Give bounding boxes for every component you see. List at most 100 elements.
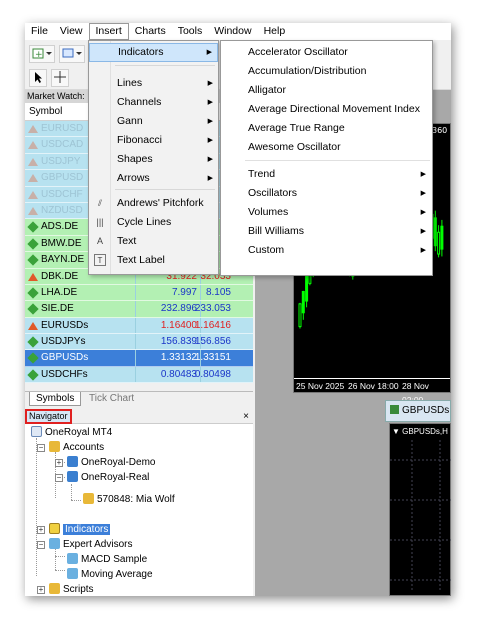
tree-scripts[interactable]: + Scripts	[37, 583, 94, 596]
ask-value: 1.16416	[194, 319, 231, 331]
menu-item-average-directional-movement-index[interactable]: Average Directional Movement Index	[221, 100, 432, 119]
chart-icon	[390, 405, 399, 414]
submenu-arrow-icon: ▶	[207, 80, 213, 87]
profiles-icon[interactable]	[59, 45, 85, 63]
menu-item-custom[interactable]: Custom ▶	[221, 241, 432, 260]
symbol-name: ADS.DE	[41, 221, 79, 233]
market-watch-row[interactable]: EURUSDs 1.16400 1.16416	[25, 317, 253, 335]
menu-item-average-true-range[interactable]: Average True Range	[221, 119, 432, 138]
symbol-icon	[27, 221, 39, 234]
mt4-window: File View Insert Charts Tools Window Hel…	[25, 23, 451, 596]
tree-root-label: OneRoyal MT4	[45, 427, 113, 438]
pitchfork-icon: ⫽	[97, 198, 102, 208]
tree-accounts[interactable]: − Accounts	[37, 441, 104, 455]
symbol-name: GBPUSD	[41, 172, 84, 184]
tree-ea-macd[interactable]: MACD Sample	[67, 553, 147, 567]
menu-item-cycle-lines[interactable]: ||| Cycle Lines	[89, 213, 218, 232]
menu-item-accumulation-distribution[interactable]: Accumulation/Distribution	[221, 62, 432, 81]
scripts-icon	[49, 583, 60, 594]
tree-real[interactable]: − OneRoyal-Real	[55, 471, 150, 485]
submenu-arrow-icon: ▶	[207, 118, 213, 125]
menu-item-gann[interactable]: Gann ▶	[89, 112, 218, 131]
menu-item-channels[interactable]: Channels ▶	[89, 93, 218, 112]
chart-window-title[interactable]: GBPUSDs	[385, 400, 451, 422]
crosshair-icon[interactable]	[51, 69, 69, 87]
price-down-icon	[28, 125, 38, 133]
menu-item-bill-williams[interactable]: Bill Williams ▶	[221, 222, 432, 241]
price-down-icon	[28, 272, 38, 281]
submenu-arrow-icon: ▶	[207, 99, 213, 106]
expand-icon[interactable]: +	[55, 459, 63, 467]
tree-indicators[interactable]: + Indicators	[37, 523, 111, 537]
expert-icon	[67, 553, 78, 564]
menu-charts[interactable]: Charts	[129, 23, 172, 40]
expand-icon[interactable]: +	[37, 526, 45, 534]
market-watch-row[interactable]: GBPUSDs 1.33132 1.33151	[25, 350, 253, 367]
menu-item-trend[interactable]: Trend ▶	[221, 165, 432, 184]
collapse-icon[interactable]: −	[37, 541, 45, 549]
tree-account-item[interactable]: 570848: Mia Wolf	[83, 493, 175, 507]
tree-ea-moving-average-label: Moving Average	[81, 569, 153, 580]
ask-value: 156.856	[194, 336, 231, 348]
market-watch-row[interactable]: SIE.DE 232.896 233.053	[25, 301, 253, 318]
tree-expert-advisors[interactable]: − Expert Advisors	[37, 538, 132, 552]
new-chart-icon[interactable]: +	[29, 45, 55, 63]
menu-view[interactable]: View	[54, 23, 89, 40]
menu-item-arrows[interactable]: Arrows ▶	[89, 169, 218, 188]
tab-tick-chart[interactable]: Tick Chart	[83, 392, 140, 406]
chart-window-secondary[interactable]: ▼ GBPUSDs,H	[389, 423, 451, 596]
tree-root[interactable]: OneRoyal MT4	[31, 426, 112, 440]
menu-item-label: Shapes	[117, 153, 153, 165]
market-watch-tabs: Symbols Tick Chart	[25, 391, 253, 406]
price-down-icon	[28, 174, 38, 183]
time-label: 26 Nov 18:00	[348, 381, 399, 391]
close-icon[interactable]: ×	[243, 410, 249, 424]
tree-real-label: OneRoyal-Real	[81, 472, 150, 483]
menu-file[interactable]: File	[25, 23, 54, 40]
tree-account-item-label: 570848: Mia Wolf	[97, 494, 175, 505]
collapse-icon[interactable]: −	[37, 444, 45, 452]
cursor-icon[interactable]	[29, 69, 47, 87]
ask-value: 233.053	[194, 303, 231, 315]
ask-value: 8.105	[205, 286, 231, 298]
menu-item-alligator[interactable]: Alligator	[221, 81, 432, 100]
expand-icon[interactable]: +	[37, 586, 45, 594]
tab-symbols[interactable]: Symbols	[29, 392, 82, 406]
symbol-icon	[27, 287, 39, 299]
menu-item-text-label[interactable]: T Text Label	[89, 251, 218, 270]
market-watch-row[interactable]: LHA.DE 7.997 8.105	[25, 284, 253, 302]
submenu-arrow-icon: ▶	[420, 171, 426, 178]
menu-item-text[interactable]: A Text	[89, 232, 218, 251]
symbol-name: LHA.DE	[41, 286, 78, 298]
menu-item-indicators[interactable]: Indicators ▶	[89, 43, 218, 62]
menu-help[interactable]: Help	[258, 23, 292, 40]
expert-advisors-icon	[49, 538, 60, 549]
menu-item-volumes[interactable]: Volumes ▶	[221, 203, 432, 222]
menu-item-accelerator-oscillator[interactable]: Accelerator Oscillator	[221, 43, 432, 62]
menu-item-lines[interactable]: Lines ▶	[89, 74, 218, 93]
menu-tools[interactable]: Tools	[172, 23, 209, 40]
submenu-arrow-icon: ▶	[420, 228, 426, 235]
market-watch-row[interactable]: USDCHFs 0.80483 0.80498	[25, 366, 253, 384]
symbol-name: BMW.DE	[41, 237, 82, 249]
menu-insert[interactable]: Insert	[88, 23, 129, 40]
market-watch-row[interactable]: USDJPYs 156.839 156.856	[25, 334, 253, 351]
menu-item-label: Trend	[248, 168, 276, 180]
menu-window[interactable]: Window	[208, 23, 257, 40]
menu-item-awesome-oscillator[interactable]: Awesome Oscillator	[221, 138, 432, 157]
menu-item-label: Fibonacci	[117, 134, 162, 146]
menu-item-oscillators[interactable]: Oscillators ▶	[221, 184, 432, 203]
menu-item-shapes[interactable]: Shapes ▶	[89, 150, 218, 169]
candle-body	[440, 225, 444, 250]
symbol-name: GBPUSDs	[41, 352, 89, 364]
tree-ea-moving-average[interactable]: Moving Average	[67, 568, 153, 582]
candle-body	[433, 217, 437, 247]
server-icon	[67, 456, 78, 467]
collapse-icon[interactable]: −	[55, 474, 63, 482]
symbol-name: DBK.DE	[41, 270, 79, 282]
tree-demo[interactable]: + OneRoyal-Demo	[55, 456, 155, 470]
menu-item-andrews-pitchfork[interactable]: ⫽ Andrews' Pitchfork	[89, 194, 218, 213]
accounts-icon	[49, 441, 60, 452]
menu-item-fibonacci[interactable]: Fibonacci ▶	[89, 131, 218, 150]
submenu-arrow-icon: ▶	[207, 175, 213, 182]
